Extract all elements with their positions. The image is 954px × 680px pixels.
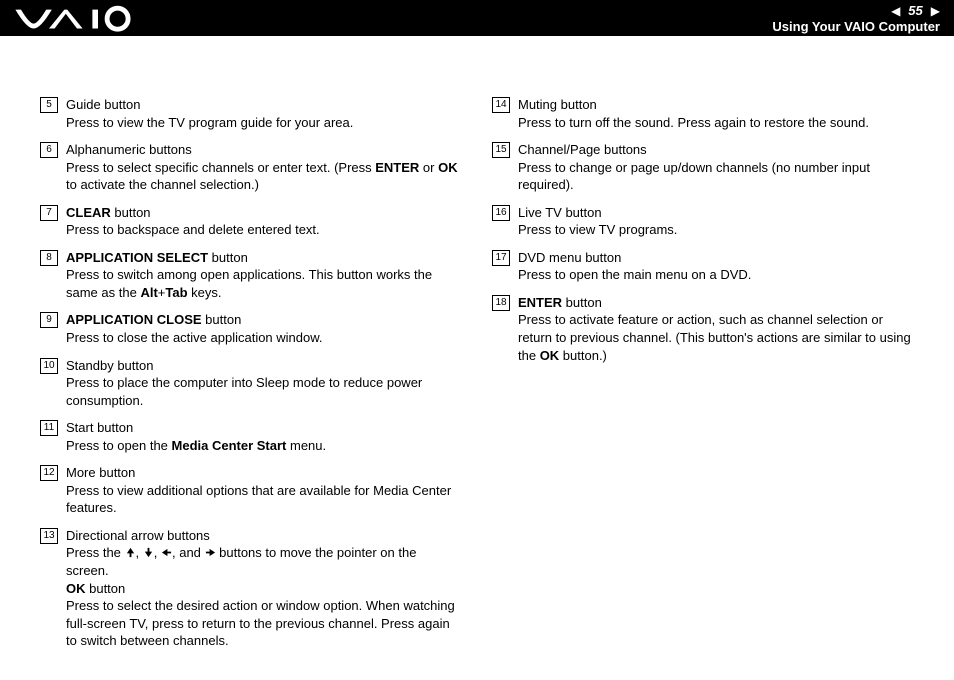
arrow-right-icon: [205, 545, 216, 560]
item-body: Press to place the computer into Sleep m…: [66, 374, 462, 409]
list-item: 12 More buttonPress to view additional op…: [40, 464, 462, 517]
item-description: Live TV buttonPress to view TV programs.: [518, 204, 914, 239]
page-nav: ◀ 55 ▶: [891, 2, 940, 20]
list-item: 18 ENTER buttonPress to activate feature …: [492, 294, 914, 364]
item-number-box: 10: [40, 358, 58, 374]
item-body: Press to change or page up/down channels…: [518, 159, 914, 194]
item-description: CLEAR buttonPress to backspace and delet…: [66, 204, 462, 239]
item-number-box: 18: [492, 295, 510, 311]
item-description: Alphanumeric buttonsPress to select spec…: [66, 141, 462, 194]
item-body: Press to open the main menu on a DVD.: [518, 266, 914, 284]
item-body: Press to close the active application wi…: [66, 329, 462, 347]
item-title: APPLICATION CLOSE button: [66, 311, 462, 329]
page-header: ◀ 55 ▶ Using Your VAIO Computer: [0, 0, 954, 36]
item-number-box: 15: [492, 142, 510, 158]
list-item: 9 APPLICATION CLOSE buttonPress to close …: [40, 311, 462, 346]
item-title: Guide button: [66, 96, 462, 114]
item-number-box: 6: [40, 142, 58, 158]
item-title: CLEAR button: [66, 204, 462, 222]
item-description: Directional arrow buttonsPress the , , ,…: [66, 527, 462, 650]
list-item: 13 Directional arrow buttonsPress the , ,…: [40, 527, 462, 650]
item-title: Directional arrow buttons: [66, 527, 462, 545]
item-number-box: 5: [40, 97, 58, 113]
item-number-box: 17: [492, 250, 510, 266]
item-description: Guide buttonPress to view the TV program…: [66, 96, 462, 131]
item-description: Muting buttonPress to turn off the sound…: [518, 96, 914, 131]
item-body: Press the , , , and buttons to move the …: [66, 544, 462, 649]
item-body: Press to open the Media Center Start men…: [66, 437, 462, 455]
item-body: Press to switch among open applications.…: [66, 266, 462, 301]
item-title: Standby button: [66, 357, 462, 375]
item-description: Channel/Page buttonsPress to change or p…: [518, 141, 914, 194]
item-number-box: 16: [492, 205, 510, 221]
item-number-box: 8: [40, 250, 58, 266]
item-description: Start buttonPress to open the Media Cent…: [66, 419, 462, 454]
list-item: 8 APPLICATION SELECT buttonPress to switc…: [40, 249, 462, 302]
page-number: 55: [906, 2, 924, 20]
list-item: 15 Channel/Page buttonsPress to change or…: [492, 141, 914, 194]
item-description: More buttonPress to view additional opti…: [66, 464, 462, 517]
section-title: Using Your VAIO Computer: [772, 18, 940, 36]
list-item: 5 Guide buttonPress to view the TV progra…: [40, 96, 462, 131]
item-number-box: 14: [492, 97, 510, 113]
item-description: DVD menu buttonPress to open the main me…: [518, 249, 914, 284]
next-page-arrow-icon[interactable]: ▶: [931, 3, 940, 19]
list-item: 6 Alphanumeric buttonsPress to select spe…: [40, 141, 462, 194]
item-number-box: 13: [40, 528, 58, 544]
item-body: Press to view the TV program guide for y…: [66, 114, 462, 132]
item-title: DVD menu button: [518, 249, 914, 267]
item-number-box: 9: [40, 312, 58, 328]
item-body: Press to backspace and delete entered te…: [66, 221, 462, 239]
list-item: 7 CLEAR buttonPress to backspace and dele…: [40, 204, 462, 239]
item-number-box: 12: [40, 465, 58, 481]
arrow-up-icon: [125, 545, 136, 560]
prev-page-arrow-icon[interactable]: ◀: [891, 3, 900, 19]
item-description: ENTER buttonPress to activate feature or…: [518, 294, 914, 364]
arrow-down-icon: [143, 545, 154, 560]
arrow-left-icon: [161, 545, 172, 560]
list-item: 14 Muting buttonPress to turn off the sou…: [492, 96, 914, 131]
item-body: Press to activate feature or action, suc…: [518, 311, 914, 364]
item-title: ENTER button: [518, 294, 914, 312]
item-number-box: 11: [40, 420, 58, 436]
item-body: Press to view TV programs.: [518, 221, 914, 239]
item-body: Press to select specific channels or ent…: [66, 159, 462, 194]
item-title: More button: [66, 464, 462, 482]
right-column: 14 Muting buttonPress to turn off the sou…: [492, 96, 914, 660]
list-item: 16 Live TV buttonPress to view TV program…: [492, 204, 914, 239]
item-number-box: 7: [40, 205, 58, 221]
list-item: 10 Standby buttonPress to place the compu…: [40, 357, 462, 410]
list-item: 11 Start buttonPress to open the Media Ce…: [40, 419, 462, 454]
item-title: Channel/Page buttons: [518, 141, 914, 159]
list-item: 17 DVD menu buttonPress to open the main …: [492, 249, 914, 284]
item-body: Press to view additional options that ar…: [66, 482, 462, 517]
item-description: APPLICATION CLOSE buttonPress to close t…: [66, 311, 462, 346]
item-description: Standby buttonPress to place the compute…: [66, 357, 462, 410]
content: 5 Guide buttonPress to view the TV progra…: [0, 36, 954, 680]
item-title: Muting button: [518, 96, 914, 114]
vaio-logo-icon: [14, 4, 154, 32]
item-description: APPLICATION SELECT buttonPress to switch…: [66, 249, 462, 302]
item-title: Live TV button: [518, 204, 914, 222]
left-column: 5 Guide buttonPress to view the TV progra…: [40, 96, 462, 660]
item-body: Press to turn off the sound. Press again…: [518, 114, 914, 132]
item-title: APPLICATION SELECT button: [66, 249, 462, 267]
item-title: Start button: [66, 419, 462, 437]
item-title: Alphanumeric buttons: [66, 141, 462, 159]
